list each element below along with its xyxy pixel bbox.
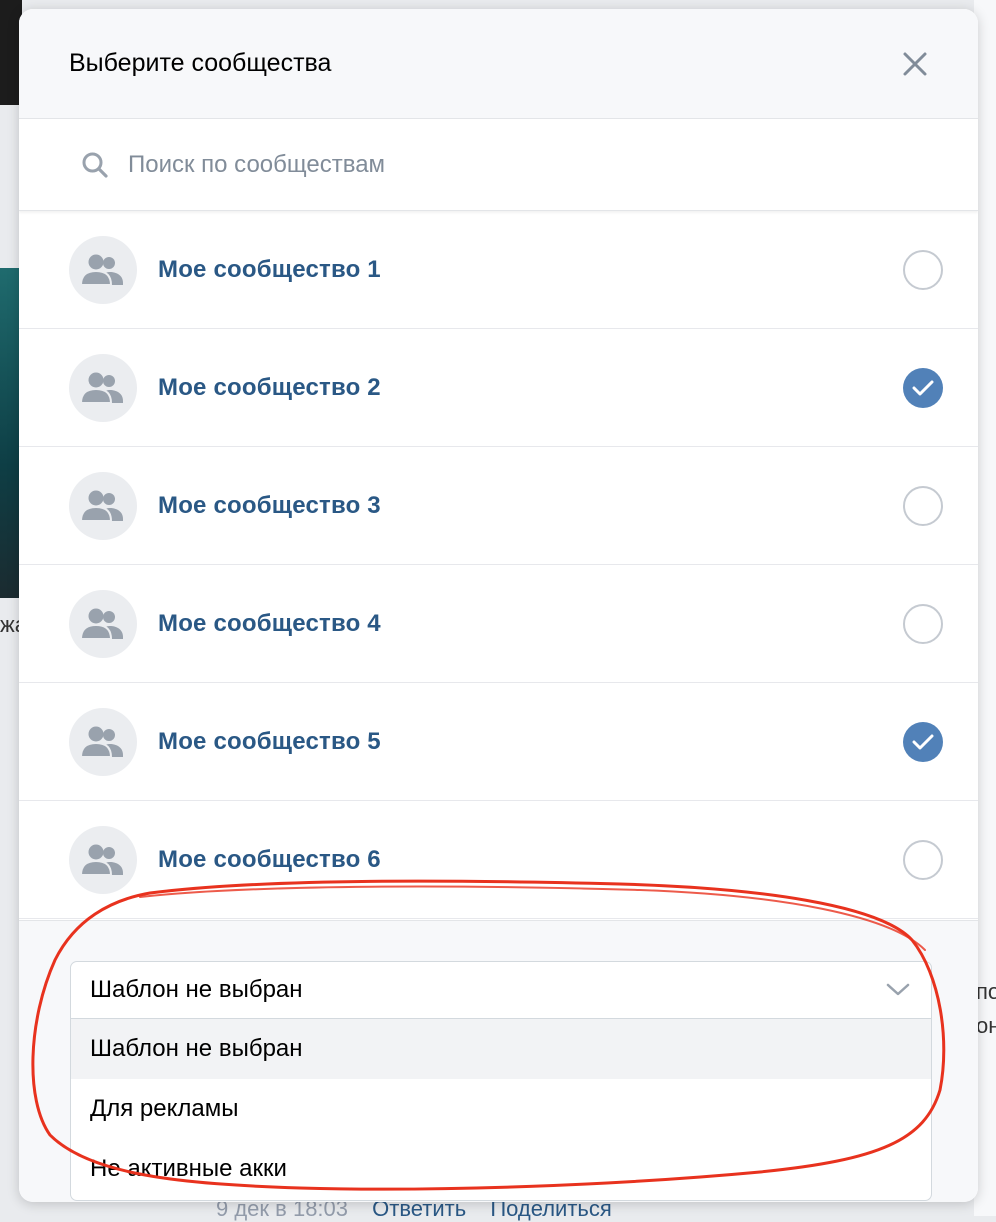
- search-icon: [82, 152, 108, 178]
- community-item[interactable]: Мое сообщество 4: [19, 565, 978, 683]
- template-option[interactable]: Шаблон не выбран: [71, 1019, 931, 1079]
- background-right-text: по он: [976, 975, 996, 1043]
- community-name: Мое сообщество 6: [158, 845, 381, 873]
- background-image: [0, 268, 20, 598]
- community-group-icon: [79, 372, 123, 404]
- dialog-footer: Шаблон не выбран Шаблон не выбран Для ре…: [19, 920, 978, 1202]
- search-input[interactable]: [126, 149, 830, 180]
- community-item[interactable]: Мое сообщество 2: [19, 329, 978, 447]
- avatar: [69, 589, 137, 658]
- template-option[interactable]: Для рекламы: [71, 1079, 931, 1139]
- communities-list: Мое сообщество 1 Мое сообщество 2 Мое сооб…: [19, 211, 978, 919]
- community-item[interactable]: Мое сообщество 3: [19, 447, 978, 565]
- checkbox-unchecked[interactable]: [903, 249, 943, 290]
- close-icon[interactable]: [900, 49, 930, 79]
- avatar: [69, 825, 137, 894]
- checkbox-unchecked[interactable]: [903, 839, 943, 880]
- dialog-header: Выберите сообщества: [19, 9, 978, 119]
- checkbox-unchecked[interactable]: [903, 603, 943, 644]
- template-select-value: Шаблон не выбран: [90, 976, 303, 1003]
- check-icon: [912, 380, 934, 395]
- avatar: [69, 353, 137, 422]
- community-group-icon: [79, 254, 123, 286]
- community-name: Мое сообщество 5: [158, 727, 381, 755]
- avatar: [69, 707, 137, 776]
- template-select[interactable]: Шаблон не выбран: [70, 961, 932, 1019]
- checkbox-checked[interactable]: [903, 367, 943, 408]
- background-right-line: по: [976, 979, 996, 1004]
- background-right-line: он: [976, 1013, 996, 1038]
- community-name: Мое сообщество 3: [158, 491, 381, 519]
- community-name: Мое сообщество 1: [158, 255, 381, 283]
- community-group-icon: [79, 844, 123, 876]
- dialog-title: Выберите сообщества: [69, 49, 332, 77]
- community-group-icon: [79, 726, 123, 758]
- avatar: [69, 235, 137, 304]
- select-communities-dialog: Выберите сообщества Мое сообщество 1Мое …: [19, 9, 978, 1202]
- community-name: Мое сообщество 2: [158, 373, 381, 401]
- community-item[interactable]: Мое сообщество 5: [19, 683, 978, 801]
- template-dropdown: Шаблон не выбран Для рекламы Не активные…: [70, 1019, 932, 1201]
- community-item[interactable]: Мое сообщество 6: [19, 801, 978, 919]
- chevron-down-icon: [886, 983, 910, 996]
- checkbox-checked[interactable]: [903, 721, 943, 762]
- community-item[interactable]: Мое сообщество 1: [19, 211, 978, 329]
- community-name: Мое сообщество 4: [158, 609, 381, 637]
- avatar: [69, 471, 137, 540]
- template-option[interactable]: Не активные акки: [71, 1139, 931, 1199]
- community-group-icon: [79, 490, 123, 522]
- check-icon: [912, 734, 934, 749]
- search-bar: [19, 119, 978, 211]
- community-group-icon: [79, 608, 123, 640]
- checkbox-unchecked[interactable]: [903, 485, 943, 526]
